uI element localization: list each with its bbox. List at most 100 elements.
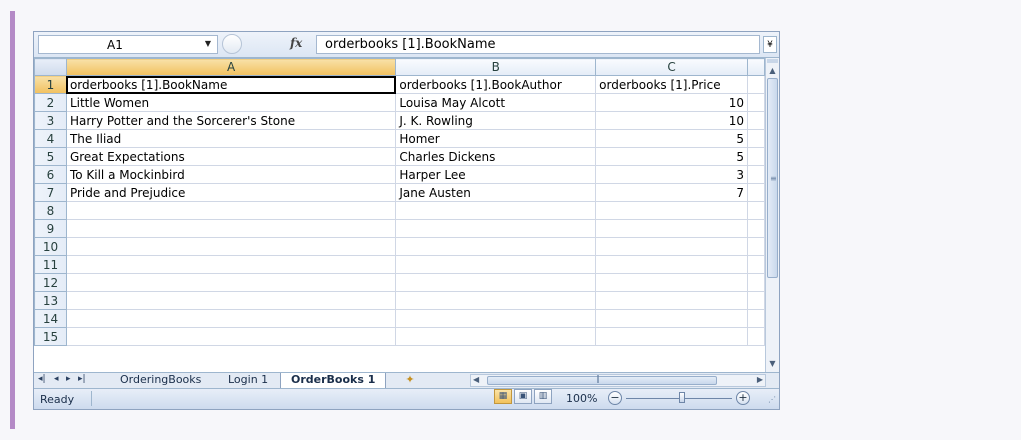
cell[interactable] (747, 327, 765, 346)
select-all-corner[interactable] (34, 58, 67, 76)
cell[interactable]: 10 (595, 111, 749, 130)
row-header[interactable]: 14 (34, 309, 67, 328)
cell[interactable]: Homer (395, 129, 597, 148)
cell[interactable]: orderbooks [1].Price (595, 75, 749, 94)
cell[interactable]: 10 (595, 93, 749, 112)
cell[interactable] (747, 165, 765, 184)
row-header[interactable]: 1 (34, 75, 67, 94)
last-sheet-icon[interactable]: ▸| (78, 374, 86, 384)
column-header-c[interactable]: C (595, 58, 749, 76)
cell[interactable] (65, 237, 397, 256)
row-header[interactable]: 3 (34, 111, 67, 130)
cell[interactable] (747, 111, 765, 130)
cell[interactable]: 3 (595, 165, 749, 184)
cell[interactable]: Great Expectations (65, 147, 397, 166)
cell[interactable]: Jane Austen (395, 183, 597, 202)
cell[interactable]: The Iliad (65, 129, 397, 148)
cell[interactable] (65, 255, 397, 274)
cell[interactable] (747, 237, 765, 256)
cell[interactable]: Charles Dickens (395, 147, 597, 166)
row-header[interactable]: 9 (34, 219, 67, 238)
cell[interactable] (65, 291, 397, 310)
cell[interactable] (747, 291, 765, 310)
cell[interactable] (65, 219, 397, 238)
cell[interactable]: Harper Lee (395, 165, 597, 184)
cell[interactable]: 5 (595, 147, 749, 166)
page-layout-view-icon[interactable]: ▣ (514, 389, 532, 404)
cell[interactable]: orderbooks [1].BookAuthor (395, 75, 597, 94)
cell[interactable] (65, 201, 397, 220)
cell[interactable] (395, 219, 597, 238)
cell[interactable]: Little Women (65, 93, 397, 112)
zoom-level[interactable]: 100% (566, 392, 597, 405)
cell[interactable] (65, 309, 397, 328)
cell[interactable] (595, 273, 749, 292)
sheet-tab-login1[interactable]: Login 1 (218, 373, 278, 388)
horizontal-scrollbar[interactable]: ◀ ‖ ▶ (470, 374, 766, 387)
cell[interactable] (595, 327, 749, 346)
cell[interactable] (595, 291, 749, 310)
cell[interactable] (595, 201, 749, 220)
cell[interactable] (747, 201, 765, 220)
scroll-up-icon[interactable]: ▲ (766, 65, 779, 77)
zoom-in-icon[interactable]: + (736, 391, 750, 405)
zoom-slider-thumb[interactable] (679, 392, 685, 403)
cell[interactable]: orderbooks [1].BookName (65, 75, 397, 94)
cell[interactable] (747, 75, 765, 94)
row-header[interactable]: 10 (34, 237, 67, 256)
cell[interactable] (395, 327, 597, 346)
zoom-out-icon[interactable]: − (608, 391, 622, 405)
expand-formula-bar-icon[interactable]: ¥ (763, 36, 777, 53)
cell[interactable] (595, 309, 749, 328)
sheet-tab-orderbooks1[interactable]: OrderBooks 1 (280, 373, 387, 388)
row-header[interactable]: 4 (34, 129, 67, 148)
prev-sheet-icon[interactable]: ◂ (54, 374, 59, 384)
cell[interactable]: J. K. Rowling (395, 111, 597, 130)
cell[interactable] (65, 273, 397, 292)
formula-bar-resize-handle[interactable] (222, 34, 242, 54)
cell[interactable] (747, 147, 765, 166)
row-header[interactable]: 6 (34, 165, 67, 184)
cell[interactable] (747, 183, 765, 202)
row-header[interactable]: 12 (34, 273, 67, 292)
next-sheet-icon[interactable]: ▸ (66, 374, 71, 384)
page-break-preview-icon[interactable]: ▥ (534, 389, 552, 404)
cell[interactable] (395, 201, 597, 220)
cell[interactable] (395, 291, 597, 310)
cell[interactable]: To Kill a Mockinbird (65, 165, 397, 184)
sheet-tab-orderingbooks[interactable]: OrderingBooks (110, 373, 211, 388)
insert-function-icon[interactable]: fx (290, 36, 302, 50)
column-header-b[interactable]: B (395, 58, 597, 76)
normal-view-icon[interactable]: ▦ (494, 389, 512, 404)
cell[interactable] (395, 309, 597, 328)
row-header[interactable]: 8 (34, 201, 67, 220)
cell[interactable] (747, 219, 765, 238)
insert-sheet-icon[interactable]: ✦ (396, 373, 424, 388)
row-header[interactable]: 2 (34, 93, 67, 112)
resize-grip-icon[interactable]: ⋰ (768, 395, 776, 404)
cell[interactable]: 7 (595, 183, 749, 202)
cell[interactable] (595, 237, 749, 256)
column-header-d[interactable] (747, 58, 765, 76)
chevron-down-icon[interactable]: ▼ (205, 39, 211, 48)
cell[interactable] (595, 255, 749, 274)
row-header[interactable]: 7 (34, 183, 67, 202)
split-handle[interactable] (767, 59, 778, 63)
cell[interactable] (395, 237, 597, 256)
scroll-right-icon[interactable]: ▶ (757, 375, 763, 384)
cell[interactable] (395, 255, 597, 274)
row-header[interactable]: 11 (34, 255, 67, 274)
name-box[interactable]: A1 ▼ (38, 35, 218, 54)
cell[interactable]: Harry Potter and the Sorcerer's Stone (65, 111, 397, 130)
cell[interactable]: 5 (595, 129, 749, 148)
horizontal-scroll-thumb[interactable]: ‖ (487, 374, 717, 385)
scroll-down-icon[interactable]: ▼ (766, 358, 779, 370)
row-header[interactable]: 13 (34, 291, 67, 310)
cell[interactable] (747, 93, 765, 112)
cell[interactable] (747, 309, 765, 328)
scroll-left-icon[interactable]: ◀ (473, 375, 479, 384)
cell[interactable] (747, 273, 765, 292)
first-sheet-icon[interactable]: ◂| (38, 374, 46, 384)
cell[interactable] (65, 327, 397, 346)
cell[interactable]: Pride and Prejudice (65, 183, 397, 202)
